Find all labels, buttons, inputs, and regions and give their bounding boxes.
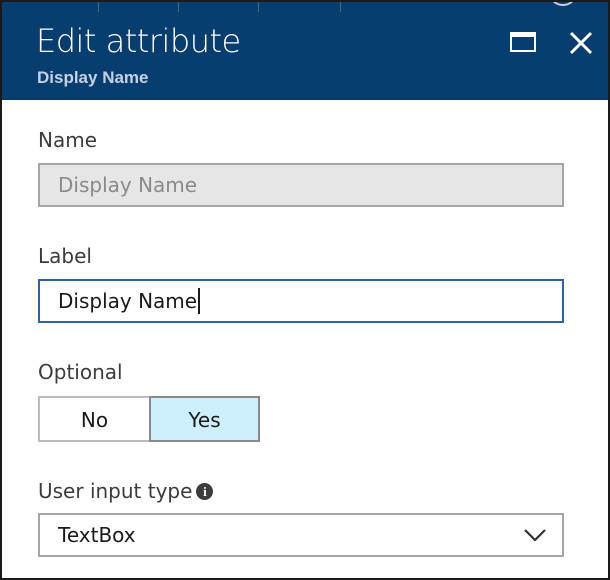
label-label: Label xyxy=(38,244,92,268)
label-input[interactable]: Display Name xyxy=(38,279,564,323)
maximize-button[interactable] xyxy=(506,28,540,58)
name-input[interactable]: Display Name xyxy=(38,163,564,207)
optional-yes-option[interactable]: Yes xyxy=(149,396,260,442)
edit-attribute-blade: Edit attribute Display Name Name Display… xyxy=(0,0,610,580)
name-label: Name xyxy=(38,128,98,152)
tab-separator xyxy=(340,2,341,12)
tab-separator xyxy=(258,2,259,12)
optional-toggle: No Yes xyxy=(38,396,260,442)
tab-separator xyxy=(98,2,99,12)
tab-separator xyxy=(178,2,179,12)
maximize-icon xyxy=(510,32,536,52)
account-avatar-icon[interactable] xyxy=(550,2,576,6)
blade-title: Edit attribute xyxy=(36,22,241,60)
user-input-type-label-text: User input type xyxy=(38,479,193,503)
label-input-value: Display Name xyxy=(58,289,198,313)
optional-no-option[interactable]: No xyxy=(38,396,149,442)
user-input-type-select[interactable]: TextBox xyxy=(38,513,564,557)
text-caret xyxy=(198,287,201,314)
top-tab-strip xyxy=(2,2,608,12)
close-button[interactable] xyxy=(564,28,598,58)
optional-label: Optional xyxy=(38,360,123,384)
blade-subtitle: Display Name xyxy=(37,68,149,87)
info-icon[interactable]: i xyxy=(196,483,214,500)
blade-header: Edit attribute Display Name xyxy=(2,2,608,100)
user-input-type-label: User input type i xyxy=(38,479,214,503)
close-icon xyxy=(569,31,593,55)
user-input-type-value: TextBox xyxy=(58,523,136,547)
chevron-down-icon xyxy=(524,529,546,542)
